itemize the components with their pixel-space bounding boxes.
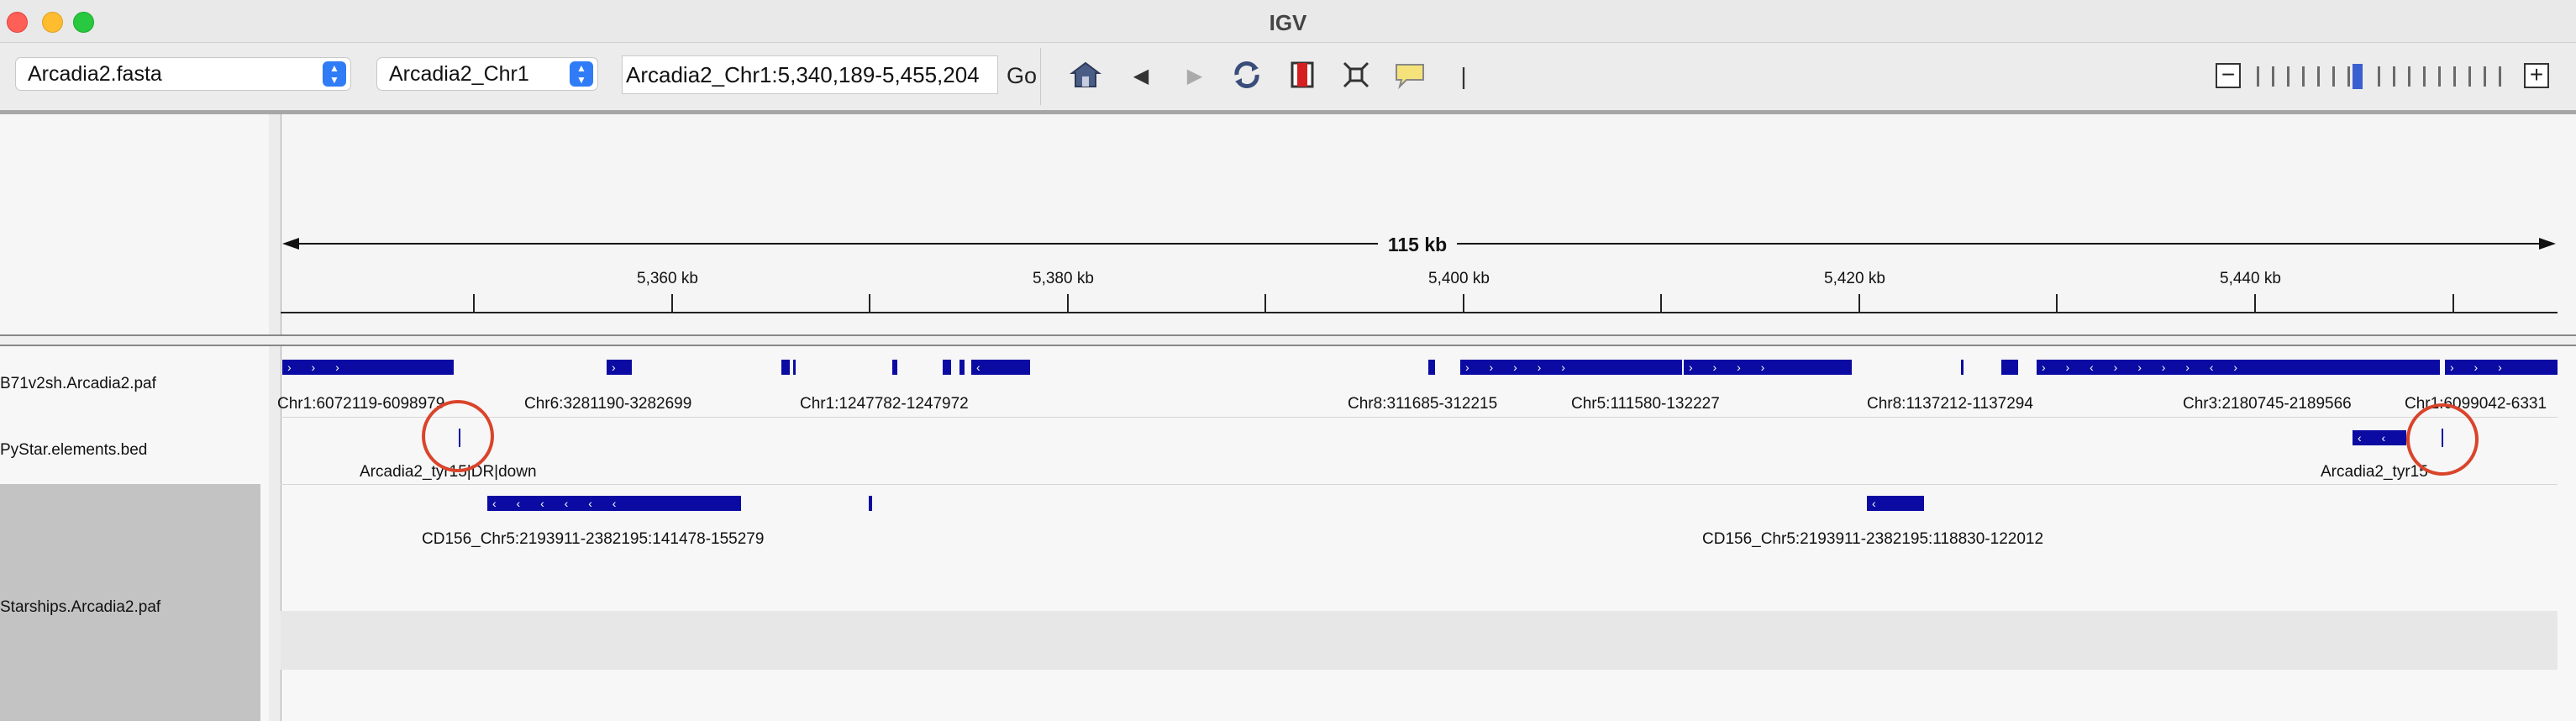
ruler[interactable]	[281, 114, 2558, 334]
feature-block[interactable]	[793, 360, 796, 375]
feature-label: Chr6:3281190-3282699	[524, 395, 692, 413]
ruler-panel: 115 kb 5,360 kb 5,380 kb 5,400 kb 5,420 …	[0, 114, 2576, 334]
feature-block[interactable]	[1961, 360, 1964, 375]
zoom-tick	[2499, 66, 2501, 87]
locus-input[interactable]: Arcadia2_Chr1:5,340,189-5,455,204	[622, 55, 998, 94]
zoom-tick	[2423, 66, 2426, 87]
feature-block[interactable]: ›	[607, 360, 632, 375]
feature-label: Chr8:1137212-1137294	[1867, 395, 2033, 413]
toolbar: Arcadia2.fasta ▲ ▼ Arcadia2_Chr1 ▲ ▼ Arcad…	[0, 43, 2576, 114]
home-icon[interactable]	[1067, 58, 1104, 95]
feature-label: Chr8:311685-312215	[1348, 395, 1498, 413]
zoom-tick	[2332, 66, 2335, 87]
feature-label: CD156_Chr5:2193911-2382195:118830-122012	[1702, 530, 2044, 548]
zoom-tick	[2287, 66, 2289, 87]
feature-label: Arcadia2_tyr15	[2321, 463, 2428, 481]
feature-label: Chr5:111580-132227	[1571, 395, 1720, 413]
highlight-circle	[2406, 403, 2479, 476]
zoom-tick	[2257, 66, 2259, 87]
zoom-tick	[2468, 66, 2471, 87]
track-name-b71v2sh[interactable]: B71v2sh.Arcadia2.paf	[0, 375, 156, 393]
zoom-slider[interactable]	[2252, 64, 2512, 89]
zoom-in-button[interactable]: +	[2524, 63, 2549, 88]
popup-icon[interactable]	[1391, 58, 1428, 95]
feature-block[interactable]: › › ‹ › › › › ‹ ›	[2037, 360, 2440, 375]
chromosome-select[interactable]: Arcadia2_Chr1 ▲ ▼	[376, 57, 598, 91]
genome-select[interactable]: Arcadia2.fasta ▲ ▼	[15, 57, 351, 91]
fit-icon[interactable]	[1338, 58, 1375, 95]
ruler-name-panel	[0, 114, 270, 334]
feature-label: Chr3:2180745-2189566	[2183, 395, 2352, 413]
feature-block[interactable]: › › › ›	[1684, 360, 1852, 375]
ruler-tick-label: 5,360 kb	[637, 270, 698, 287]
divider-icon[interactable]: |	[1445, 58, 1482, 95]
feature-block[interactable]	[781, 360, 790, 375]
zoom-tick	[2408, 66, 2410, 87]
window-title: IGV	[1269, 10, 1307, 35]
ruler-tick-label: 5,380 kb	[1033, 270, 1094, 287]
toolbar-separator	[1040, 48, 1041, 105]
feature-block[interactable]: ‹	[971, 360, 1030, 375]
feature-block[interactable]	[959, 360, 965, 375]
forward-icon[interactable]: ▶	[1176, 58, 1213, 95]
zoom-current-level[interactable]	[2353, 64, 2363, 89]
feature-block[interactable]	[1428, 360, 1435, 375]
track-stripe	[281, 611, 2558, 670]
select-arrows-icon: ▲ ▼	[323, 61, 346, 87]
zoom-tick	[2272, 66, 2274, 87]
feature-block[interactable]: › › ›	[282, 360, 454, 375]
highlight-circle	[422, 400, 494, 472]
zoom-out-button[interactable]: −	[2216, 63, 2241, 88]
zoom-tick	[2302, 66, 2305, 87]
zoom-tick	[2378, 66, 2380, 87]
feature-block[interactable]	[943, 360, 951, 375]
go-button[interactable]: Go	[1007, 63, 1037, 89]
zoom-tick	[2453, 66, 2456, 87]
feature-label: CD156_Chr5:2193911-2382195:141478-155279	[422, 530, 765, 548]
ruler-tick-label: 5,440 kb	[2220, 270, 2281, 287]
track-separator	[281, 417, 2558, 418]
zoom-tick	[2317, 66, 2320, 87]
refresh-icon[interactable]	[1228, 58, 1265, 95]
ruler-tick-label: 5,400 kb	[1428, 270, 1490, 287]
zoom-tick	[2347, 66, 2350, 87]
ruler-tick-label: 5,420 kb	[1824, 270, 1885, 287]
feature-block[interactable]: › › ›	[2445, 360, 2558, 375]
feature-label: Chr1:1247782-1247972	[800, 395, 969, 413]
feature-block[interactable]: ‹ ‹ ‹ ‹ ‹ ‹	[487, 496, 741, 511]
feature-block[interactable]	[869, 496, 872, 511]
panel-divider[interactable]	[0, 334, 2576, 346]
back-icon[interactable]: ◀	[1122, 58, 1159, 95]
feature-block[interactable]	[2001, 360, 2018, 375]
zoom-tick	[2393, 66, 2395, 87]
genome-select-value: Arcadia2.fasta	[28, 62, 162, 86]
locus-input-value: Arcadia2_Chr1:5,340,189-5,455,204	[626, 62, 980, 87]
title-bar: IGV	[0, 0, 2576, 43]
track-name-starships[interactable]: Starships.Arcadia2.paf	[0, 598, 160, 617]
ruler-span-label: 115 kb	[1378, 234, 1457, 256]
chromosome-select-value: Arcadia2_Chr1	[389, 62, 529, 86]
track-separator	[281, 484, 2558, 485]
select-arrows-icon: ▲ ▼	[570, 61, 593, 87]
track-name-pystar[interactable]: PyStar.elements.bed	[0, 441, 147, 460]
roi-icon[interactable]	[1284, 58, 1321, 95]
feature-label: Chr1:6072119-6098979	[277, 395, 445, 413]
feature-block[interactable]: ‹	[1867, 496, 1924, 511]
feature-block[interactable]	[892, 360, 897, 375]
data-panel: B71v2sh.Arcadia2.paf PyStar.elements.bed…	[0, 346, 2576, 721]
feature-block[interactable]: ‹ ‹	[2353, 430, 2406, 445]
zoom-tick	[2484, 66, 2486, 87]
feature-block[interactable]: › › › › ›	[1460, 360, 1682, 375]
zoom-tick	[2438, 66, 2441, 87]
ruler-attribute-panel	[269, 114, 281, 334]
